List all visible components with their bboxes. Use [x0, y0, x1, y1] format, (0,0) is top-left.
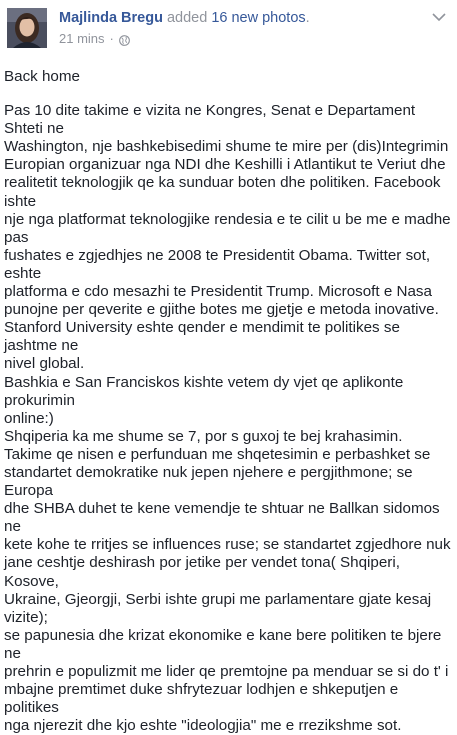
photos-link[interactable]: 16 new photos — [211, 10, 305, 26]
post-text-line: kete kohe te rritjes se influences ruse;… — [4, 536, 451, 554]
post-heading: Back home — [4, 68, 80, 85]
post-text-line: Takime qe nisen e perfunduan me shqetesi… — [4, 445, 431, 463]
post-text-line: nga njerezit dhe kjo eshte "ideologjia" … — [4, 717, 402, 735]
post-text-line: mbajne premtimet duke shfrytezuar lodhje… — [4, 681, 399, 717]
post-text-line: punojne per qeverite e gjithe botes me g… — [4, 301, 439, 319]
post-text-line: jane ceshtje deshirash por jetike per ve… — [4, 554, 400, 590]
post-text-line: Washington, nje bashkebisedimi shume te … — [4, 138, 449, 156]
post-text-line: nivel global. — [4, 355, 85, 373]
author-line: Majlinda Bregu added 16 new photos. — [59, 9, 310, 27]
avatar-photo — [7, 8, 47, 48]
facebook-post: Majlinda Bregu added 16 new photos. 21 m… — [0, 0, 457, 734]
action-suffix: . — [305, 10, 310, 26]
post-text-line: Europian organizuar nga NDI dhe Keshilli… — [4, 156, 446, 174]
action-prefix: added — [166, 10, 208, 26]
post-text-line: realitetit teknologjik qe ka sunduar bot… — [4, 174, 441, 210]
post-text-line: dhe SHBA duhet te kene vemendje te shtua… — [4, 500, 440, 536]
post-text-line: Stanford University eshte qender e mendi… — [4, 319, 400, 355]
post-text-line: platforma e cdo mesazhi te Presidentit T… — [4, 283, 432, 301]
post-header: Majlinda Bregu added 16 new photos. 21 m… — [0, 0, 457, 56]
post-text-line: prehrin e populizmit me lider qe premtoj… — [4, 663, 449, 680]
post-timestamp[interactable]: 21 mins — [59, 31, 105, 47]
post-text-line: Bashkia e San Franciskos kishte vetem dy… — [4, 373, 404, 409]
post-text-line: Ukraine, Gjeorgji, Serbi ishte grupi me … — [4, 590, 432, 626]
post-text-line: Shqiperia ka me shume se 7, por s guxoj … — [4, 427, 403, 445]
post-text-line: nje nga platformat teknologjike rendesia… — [4, 210, 451, 246]
post-text-line: fushates e zgjedhjes ne 2008 te Presiden… — [4, 246, 431, 282]
post-text-line: Pas 10 dite takime e vizita ne Kongres, … — [4, 102, 416, 138]
author-name-link[interactable]: Majlinda Bregu — [59, 10, 163, 26]
author-avatar[interactable] — [7, 8, 47, 48]
post-meta: 21 mins · — [59, 31, 130, 47]
meta-separator: · — [109, 31, 114, 46]
globe-icon[interactable] — [118, 34, 130, 46]
post-text-line: se papunesia dhe krizat ekonomike e kane… — [4, 626, 442, 662]
post-text-line: online:) — [4, 409, 54, 427]
post-body: Back home Pas 10 dite takime e vizita ne… — [4, 68, 454, 735]
post-text-line: standartet demokratike nuk jepen njehere… — [4, 463, 413, 500]
chevron-down-icon[interactable] — [431, 10, 447, 24]
